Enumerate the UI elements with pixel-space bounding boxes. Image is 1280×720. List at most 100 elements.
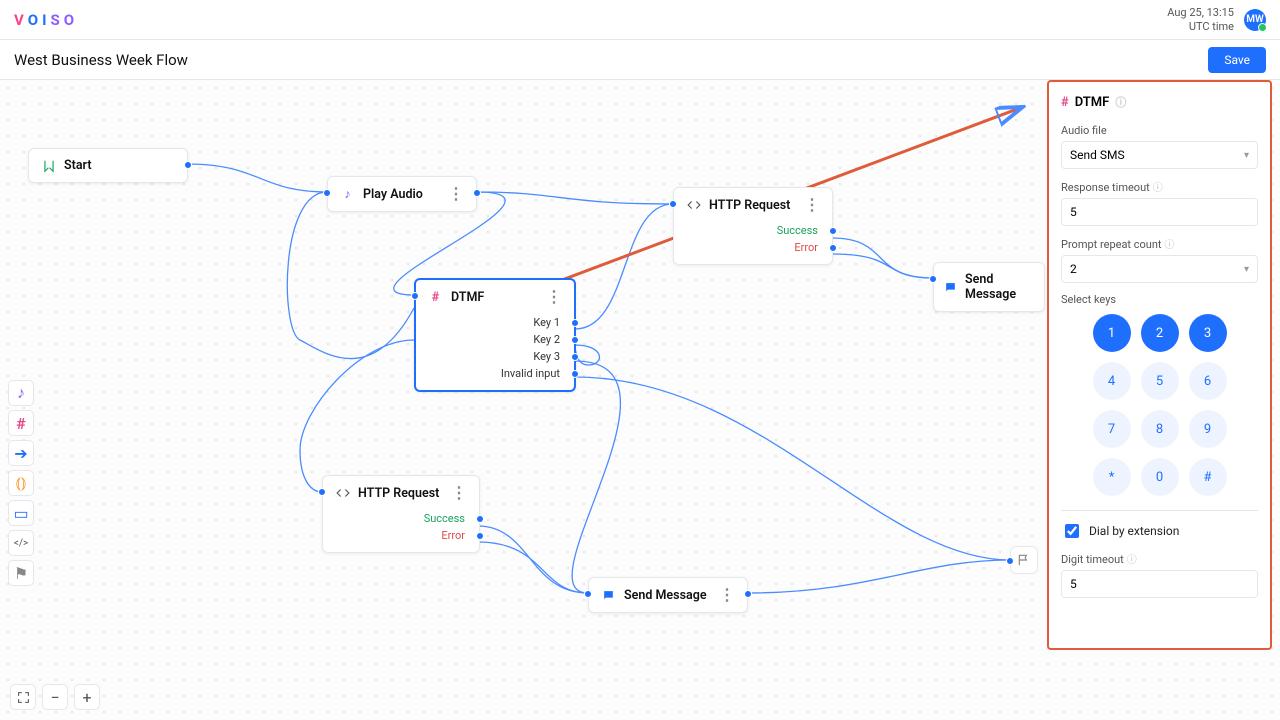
keypad-key-5[interactable]: 5 [1141,362,1179,400]
node-toolbar: ♪ # ➔ ⦅⦆ ▭ </> ⚑ [8,380,34,586]
start-icon [41,158,56,173]
select-keys-label: Select keys [1061,293,1258,306]
output-key-2: Key 2 [416,331,574,348]
hash-icon: # [1061,95,1069,110]
node-menu-icon[interactable]: ⋮ [719,587,735,603]
keypad-key-1[interactable]: 1 [1093,314,1131,352]
response-timeout-input[interactable] [1061,198,1258,226]
zoom-out-button[interactable]: − [42,684,68,710]
info-icon[interactable]: ⓘ [1165,240,1175,251]
tool-end[interactable]: ⚑ [8,560,34,586]
keypad-key-3[interactable]: 3 [1189,314,1227,352]
flag-icon: ⚑ [14,564,28,583]
input-port[interactable] [318,488,326,496]
music-icon: ♪ [17,383,25,403]
output-success: Success [674,222,832,239]
keypad: 123 456 789 * 0 # [1061,314,1258,496]
keypad-key-9[interactable]: 9 [1189,410,1227,448]
node-http-request-2[interactable]: HTTP Request ⋮ Success Error [322,475,480,553]
input-port[interactable] [411,292,419,300]
node-menu-icon[interactable]: ⋮ [804,197,820,213]
hash-icon: # [428,290,443,305]
arrow-icon: ➔ [14,444,27,463]
node-http-request-1[interactable]: HTTP Request ⋮ Success Error [673,187,833,265]
node-menu-icon[interactable]: ⋮ [448,186,464,202]
node-menu-icon[interactable]: ⋮ [546,289,562,305]
chevron-down-icon: ▾ [1244,150,1249,161]
properties-panel: # DTMF ⓘ Audio file Send SMS▾ Response t… [1047,80,1272,650]
digit-timeout-label: Digit timeoutⓘ [1061,551,1258,566]
tool-dtmf[interactable]: # [8,410,34,436]
code-icon [335,486,350,501]
keypad-key-4[interactable]: 4 [1093,362,1131,400]
avatar[interactable]: MW [1244,9,1266,31]
keypad-key-8[interactable]: 8 [1141,410,1179,448]
keypad-key-*[interactable]: * [1093,458,1131,496]
output-error: Error [674,239,832,256]
node-dtmf[interactable]: # DTMF ⋮ Key 1 Key 2 Key 3 Invalid input [414,278,576,392]
keypad-key-7[interactable]: 7 [1093,410,1131,448]
output-port[interactable] [744,590,752,598]
music-icon: ♪ [340,187,355,202]
zoom-in-button[interactable]: + [74,684,100,710]
keypad-key-2[interactable]: 2 [1141,314,1179,352]
audio-file-select[interactable]: Send SMS▾ [1061,141,1258,169]
dial-extension-checkbox[interactable]: Dial by extension [1061,521,1258,541]
info-icon[interactable]: ⓘ [1153,183,1163,194]
output-port[interactable] [473,189,481,197]
flow-canvas[interactable]: Start ♪ Play Audio ⋮ HTTP Request ⋮ Succ… [0,80,1280,720]
tool-http[interactable]: </> [8,530,34,556]
info-icon[interactable]: ⓘ [1127,555,1137,566]
hash-icon: # [16,414,25,433]
digit-timeout-input[interactable] [1061,570,1258,598]
response-timeout-label: Response timeoutⓘ [1061,179,1258,194]
node-send-message-2[interactable]: Send Message ⋮ [588,577,748,613]
divider [1061,510,1258,511]
node-label: Play Audio [363,187,423,202]
node-label: HTTP Request [709,198,790,213]
output-error: Error [323,527,479,544]
output-success: Success [323,510,479,527]
app-logo: VOISO [14,11,78,29]
node-play-audio[interactable]: ♪ Play Audio ⋮ [327,176,477,212]
input-port[interactable] [669,200,677,208]
node-label: Send Message [624,588,707,603]
input-port[interactable] [1006,557,1014,565]
page-title: West Business Week Flow [14,51,188,69]
input-port[interactable] [929,275,937,283]
node-send-message-1[interactable]: Send Message [933,262,1045,312]
input-port[interactable] [584,590,592,598]
output-key-3: Key 3 [416,348,574,365]
flag-icon [1017,553,1031,567]
keypad-key-#[interactable]: # [1189,458,1227,496]
info-icon[interactable]: ⓘ [1115,94,1126,110]
node-label: DTMF [451,290,484,305]
save-button[interactable]: Save [1208,47,1266,73]
fullscreen-button[interactable] [10,684,36,710]
fullscreen-icon [17,691,30,704]
node-start[interactable]: Start [28,148,188,183]
node-end[interactable] [1010,546,1038,574]
code-icon: </> [14,538,28,549]
panel-title: # DTMF ⓘ [1061,94,1258,110]
output-port[interactable] [184,161,192,169]
keypad-key-0[interactable]: 0 [1141,458,1179,496]
node-label: HTTP Request [358,486,439,501]
repeat-count-select[interactable]: 2▾ [1061,255,1258,283]
input-port[interactable] [323,189,331,197]
tool-message[interactable]: ▭ [8,500,34,526]
timestamp: Aug 25, 13:15 UTC time [1167,6,1234,34]
node-menu-icon[interactable]: ⋮ [451,485,467,501]
keypad-key-6[interactable]: 6 [1189,362,1227,400]
tool-voice[interactable]: ⦅⦆ [8,470,34,496]
message-icon: ▭ [13,504,28,523]
zoom-controls: − + [10,684,100,710]
chevron-down-icon: ▾ [1244,264,1249,275]
voice-icon: ⦅⦆ [16,473,27,493]
output-invalid: Invalid input [416,365,574,382]
message-icon [944,280,957,295]
output-key-1: Key 1 [416,314,574,331]
tool-play-audio[interactable]: ♪ [8,380,34,406]
tool-route[interactable]: ➔ [8,440,34,466]
code-icon [686,198,701,213]
